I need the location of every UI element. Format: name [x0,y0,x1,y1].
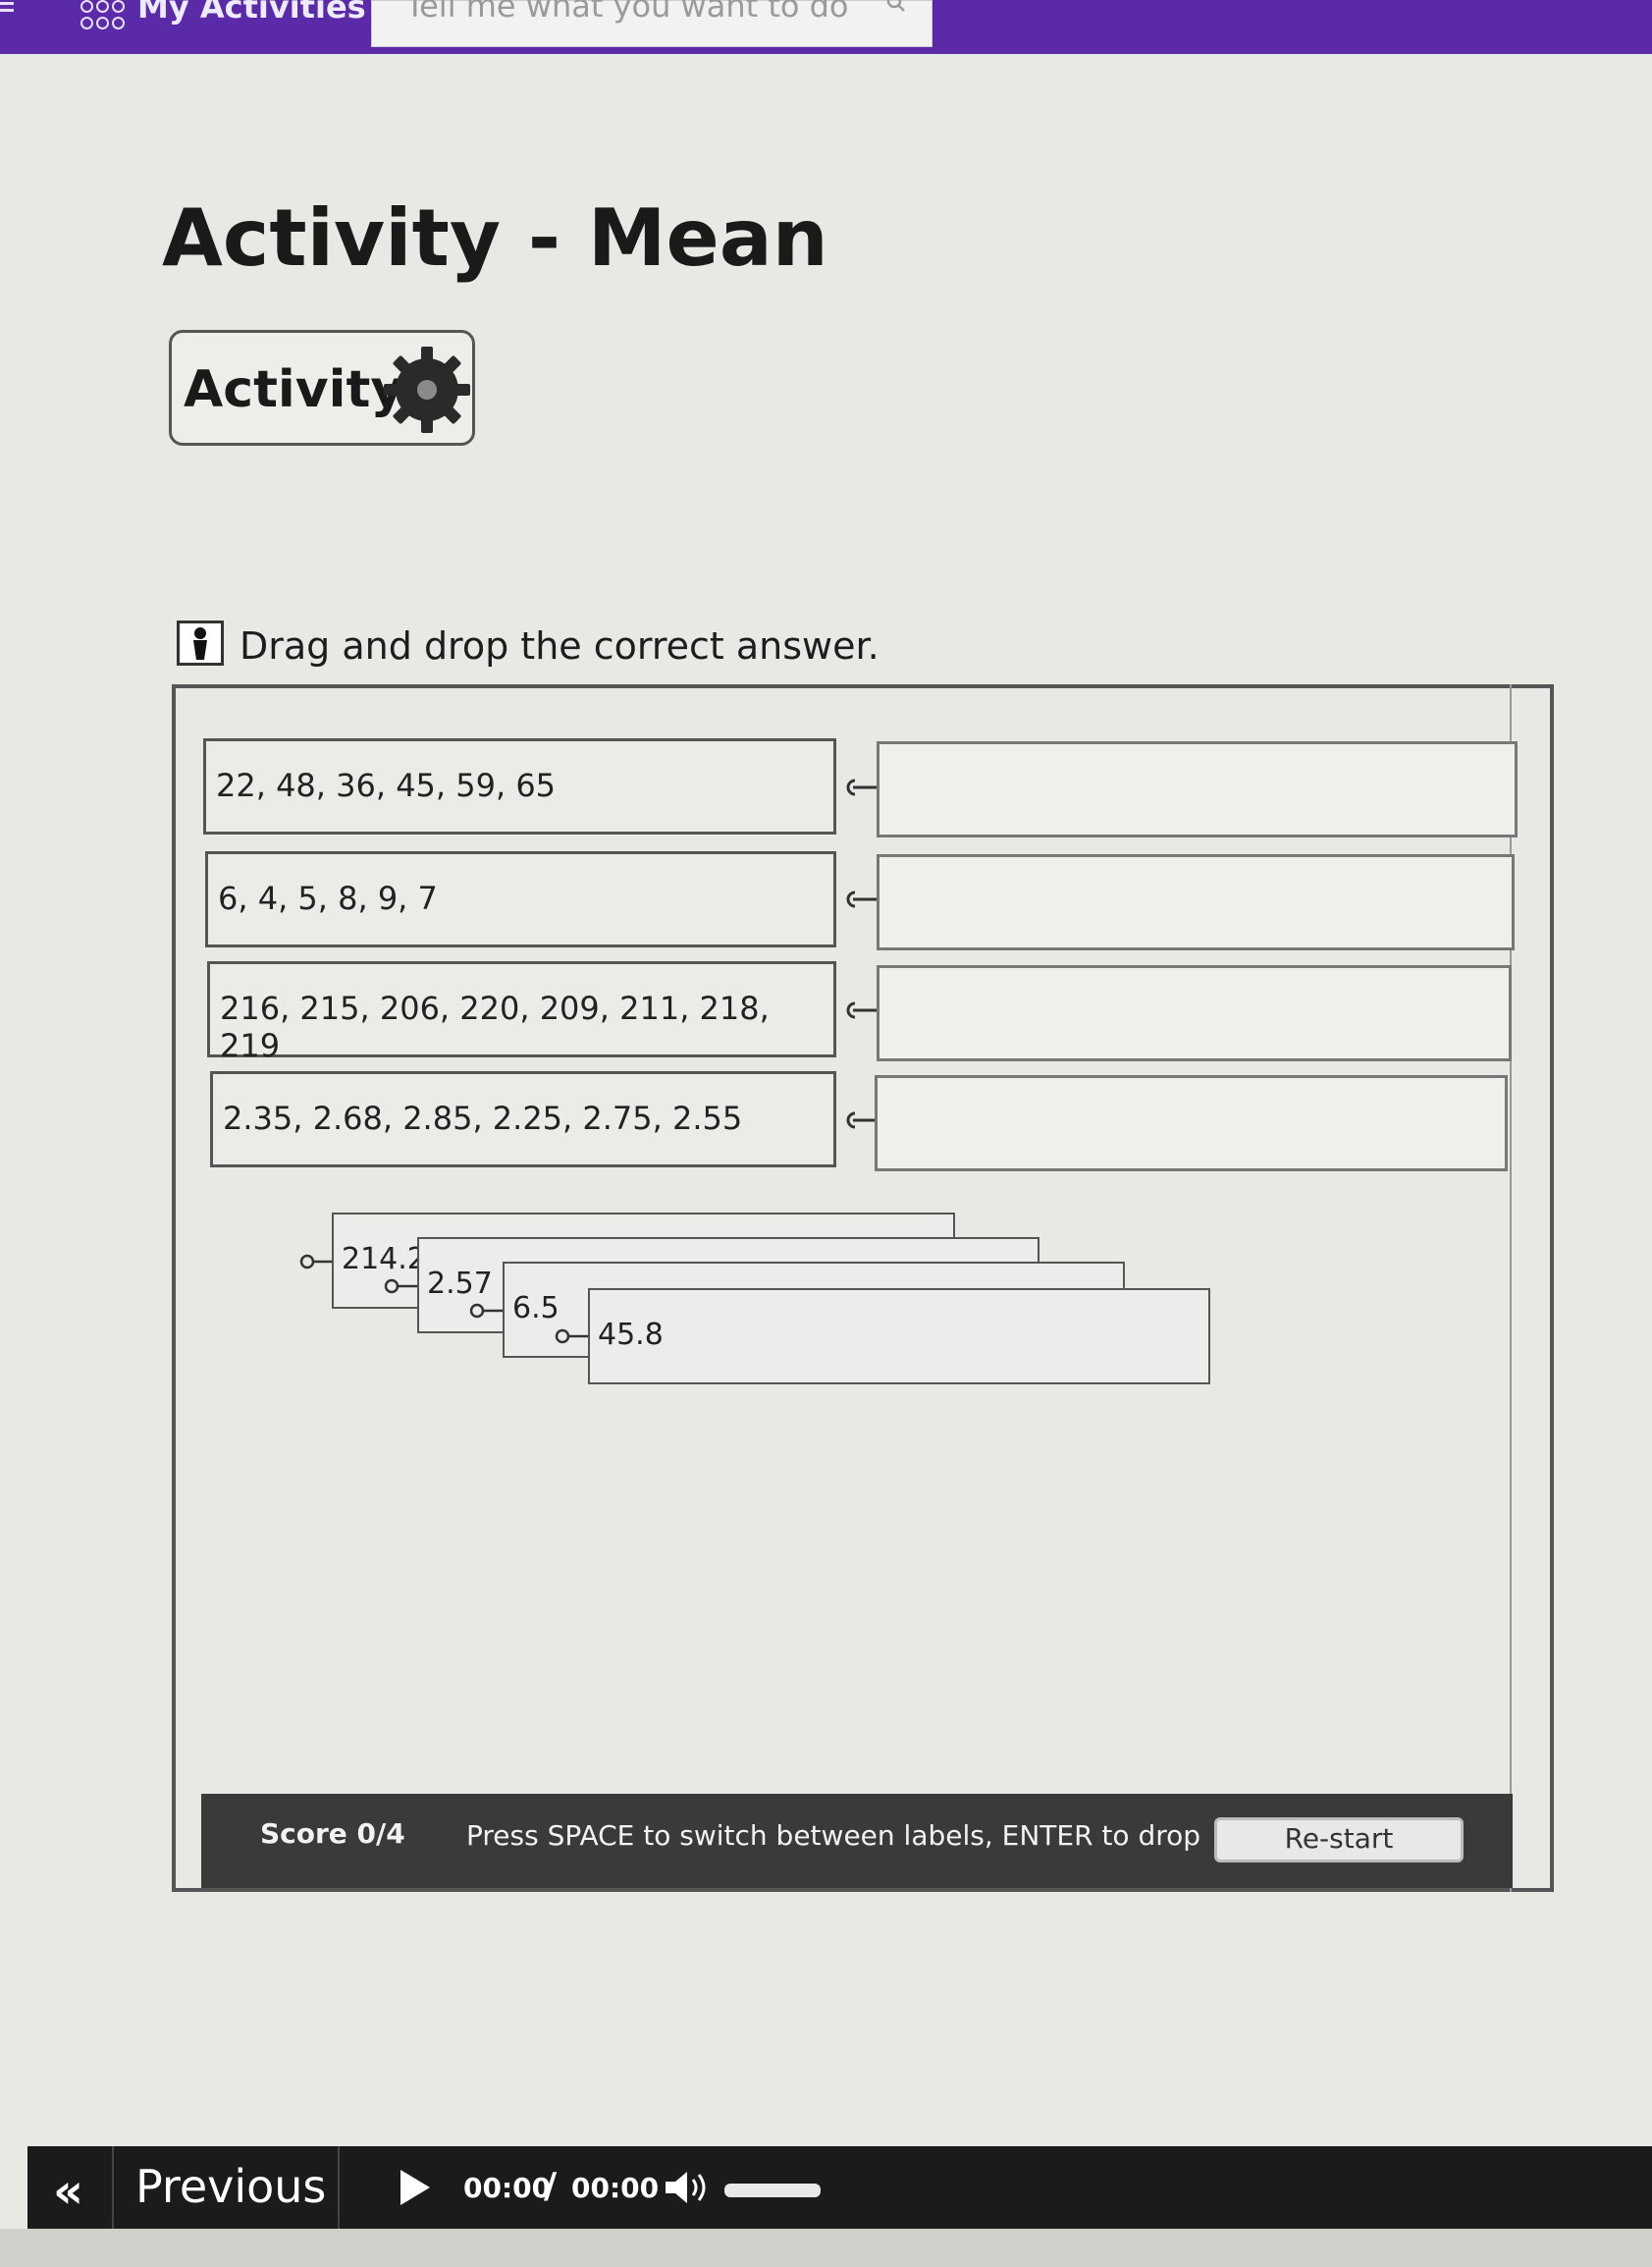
activity-footer-bar: Score 0/4 Press SPACE to switch between … [201,1794,1513,1888]
question-box-4: 2.35, 2.68, 2.85, 2.25, 2.75, 2.55 [210,1071,836,1167]
player-bar: « Previous 00:00 / 00:00 [27,2146,1652,2229]
search-icon[interactable] [886,0,906,13]
previous-button[interactable]: Previous [135,2160,326,2213]
label-hook-icon [384,1278,418,1294]
label-hook-icon [469,1303,504,1319]
drop-target-2[interactable] [877,854,1515,950]
label-hook-icon [299,1254,334,1269]
divider [338,2146,340,2229]
previous-chevron-icon[interactable]: « [53,2164,83,2219]
page-title: Activity - Mean [162,192,828,284]
answer-label-text: 6.5 [512,1291,560,1325]
score-display: Score 0/4 [260,1817,405,1850]
question-box-1: 22, 48, 36, 45, 59, 65 [203,738,836,835]
answer-label-4[interactable]: 45.8 [588,1288,1210,1384]
answer-label-text: 2.57 [427,1267,493,1301]
answer-label-text: 45.8 [598,1318,664,1352]
gear-icon [384,347,470,433]
connector-hook-icon [846,891,877,908]
time-total: 00:00 [571,2172,660,2204]
volume-icon[interactable] [664,2168,711,2207]
play-icon[interactable] [399,2168,432,2207]
drop-target-4[interactable] [875,1075,1508,1171]
speaker-person-icon[interactable] [177,621,224,666]
time-separator: / [544,2166,558,2206]
question-box-2: 6, 4, 5, 8, 9, 7 [205,851,836,947]
activity-badge: Activity [169,330,475,446]
app-title[interactable]: My Activities [137,0,366,26]
drop-target-1[interactable] [877,741,1518,837]
search-placeholder: Tell me what you want to do [405,0,849,25]
instructions-text: Drag and drop the correct answer. [240,624,879,668]
answer-label-text: 214.2 [342,1242,426,1276]
keyboard-hint: Press SPACE to switch between labels, EN… [466,1819,1201,1852]
apps-grid-icon[interactable] [80,0,130,29]
drop-target-3[interactable] [877,965,1512,1061]
restart-button[interactable]: Re-start [1214,1817,1464,1862]
time-current: 00:00 [463,2172,552,2204]
label-hook-icon [555,1328,589,1344]
top-bar: My Activities Tell me what you want to d… [0,0,1652,54]
question-text: 22, 48, 36, 45, 59, 65 [216,767,557,804]
activity-badge-label: Activity [184,360,404,419]
question-text: 6, 4, 5, 8, 9, 7 [218,880,438,917]
question-text: 2.35, 2.68, 2.85, 2.25, 2.75, 2.55 [223,1100,743,1137]
page-bottom-strip [0,2229,1652,2267]
divider [112,2146,114,2229]
connector-hook-icon [846,1001,877,1019]
connector-hook-icon [846,779,877,796]
connector-hook-icon [846,1111,877,1129]
menu-icon[interactable] [0,0,18,22]
volume-slider[interactable] [724,2184,821,2197]
question-box-3: 216, 215, 206, 220, 209, 211, 218, 219 [207,961,836,1064]
search-input[interactable]: Tell me what you want to do [371,0,933,47]
question-text: 216, 215, 206, 220, 209, 211, 218, 219 [220,990,770,1064]
